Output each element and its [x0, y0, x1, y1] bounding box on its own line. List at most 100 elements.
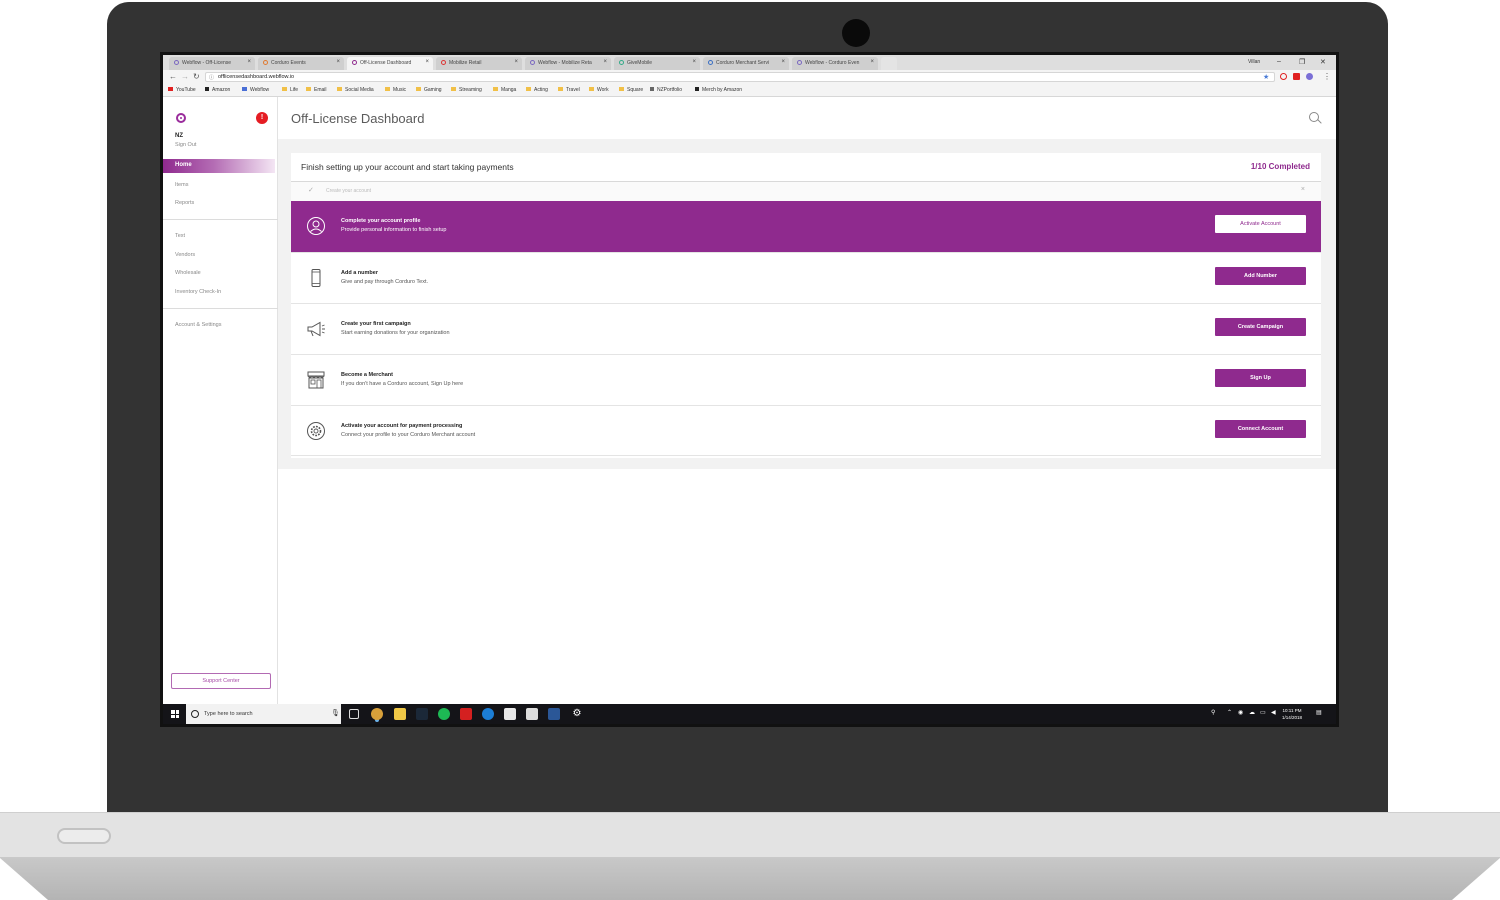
store-icon[interactable] — [504, 708, 516, 720]
notifications-icon[interactable]: ▤ — [1316, 709, 1322, 716]
browser-tab[interactable]: Mobilize Retail × — [436, 57, 522, 70]
file-explorer-icon[interactable] — [394, 708, 406, 720]
sidebar-item-home[interactable]: Home — [163, 159, 275, 173]
url-input[interactable]: ⓘ offlicensedashboard.webflow.io — [205, 72, 1275, 82]
windows-start-icon[interactable] — [171, 710, 179, 718]
task-view-icon[interactable] — [349, 709, 359, 719]
folder-icon — [526, 87, 531, 91]
sidebar-item-vendors[interactable]: Vendors — [175, 252, 195, 258]
sign-up-button[interactable]: Sign Up — [1215, 369, 1306, 387]
browser-tab-active[interactable]: Off-License Dashboard × — [347, 57, 433, 70]
bookmark-folder[interactable]: Travel — [558, 87, 580, 93]
volume-icon[interactable]: ◀ — [1271, 709, 1276, 716]
folder-icon — [451, 87, 456, 91]
corduro-favicon-icon — [263, 60, 268, 65]
sidebar: ! NZ Sign Out Home Items Reports Text Ve… — [163, 97, 278, 704]
network-icon[interactable]: ▭ — [1260, 709, 1266, 716]
task-row-complete-profile: Complete your account profile Provide pe… — [291, 201, 1321, 252]
mail-icon[interactable] — [526, 708, 538, 720]
close-icon[interactable]: × — [870, 59, 874, 65]
bookmark-youtube[interactable]: YouTube — [168, 87, 196, 93]
sidebar-item-items[interactable]: Items — [175, 182, 188, 188]
tray-app-icon[interactable]: ◉ — [1238, 709, 1243, 716]
notification-badge[interactable]: ! — [256, 112, 268, 124]
taskbar-search-input[interactable]: Type here to search 🎙 — [186, 704, 341, 724]
close-icon[interactable]: × — [425, 59, 429, 65]
sidebar-item-reports[interactable]: Reports — [175, 200, 194, 206]
trackpad-slot — [57, 828, 111, 844]
browser-tab[interactable]: Corduro Events × — [258, 57, 344, 70]
close-icon[interactable]: × — [603, 59, 607, 65]
add-number-button[interactable]: Add Number — [1215, 267, 1306, 285]
spotify-icon[interactable] — [438, 708, 450, 720]
brand-logo-icon[interactable] — [176, 113, 186, 123]
page-title: Off-License Dashboard — [291, 111, 425, 126]
purple-extension-icon[interactable] — [1306, 73, 1313, 80]
support-center-button[interactable]: Support Center — [171, 673, 271, 689]
new-tab-button[interactable] — [881, 57, 897, 70]
steam-icon[interactable] — [416, 708, 428, 720]
browser-profile-name[interactable]: Villan — [1248, 59, 1260, 65]
opera-extension-icon[interactable] — [1280, 73, 1287, 80]
gear-icon — [307, 422, 325, 440]
bookmark-folder[interactable]: Streaming — [451, 87, 482, 93]
taskbar-clock[interactable]: 10:11 PM 1/14/2018 — [1282, 707, 1302, 721]
menu-dots-icon[interactable]: ⋮ — [1323, 72, 1331, 81]
chrome-icon[interactable] — [371, 708, 383, 720]
bookmark-folder[interactable]: Square — [619, 87, 643, 93]
close-icon[interactable]: × — [514, 59, 518, 65]
bookmark-folder[interactable]: Acting — [526, 87, 548, 93]
bookmark-folder[interactable]: Manga — [493, 87, 516, 93]
bookmark-amazon[interactable]: Amazon — [205, 87, 230, 93]
bookmark-webflow[interactable]: Webflow — [242, 87, 269, 93]
browser-tab[interactable]: Webflow - Corduro Even × — [792, 57, 878, 70]
sidebar-item-account-settings[interactable]: Account & Settings — [175, 322, 221, 328]
red-extension-icon[interactable] — [1293, 73, 1300, 80]
reload-icon[interactable]: ↻ — [193, 72, 200, 81]
edge-icon[interactable] — [482, 708, 494, 720]
back-icon[interactable]: ← — [169, 72, 177, 81]
search-icon[interactable] — [1309, 112, 1319, 122]
close-icon[interactable]: × — [336, 59, 340, 65]
forward-icon[interactable]: → — [181, 72, 189, 81]
word-icon[interactable] — [548, 708, 560, 720]
user-icon — [307, 217, 325, 235]
bookmark-folder[interactable]: Gaming — [416, 87, 442, 93]
bookmark-nzportfolio[interactable]: NZPortfolio — [650, 87, 682, 93]
browser-tab[interactable]: GiveMobile × — [614, 57, 700, 70]
browser-tab[interactable]: Webflow - Mobilize Reta × — [525, 57, 611, 70]
bookmark-folder[interactable]: Social Media — [337, 87, 374, 93]
browser-tab[interactable]: Corduro Merchant Servi × — [703, 57, 789, 70]
close-icon[interactable]: × — [692, 59, 696, 65]
show-hidden-icons-icon[interactable]: ⌃ — [1227, 709, 1232, 716]
sidebar-item-wholesale[interactable]: Wholesale — [175, 270, 201, 276]
restore-icon[interactable]: ❐ — [1299, 58, 1305, 66]
browser-tab[interactable]: Webflow - Off-License × — [169, 57, 255, 70]
people-icon[interactable]: ⚲ — [1211, 709, 1215, 716]
dismiss-icon[interactable]: × — [1301, 186, 1305, 193]
minimize-icon[interactable]: – — [1277, 58, 1281, 65]
close-icon[interactable]: × — [247, 59, 251, 65]
settings-icon[interactable]: ⚙ — [571, 708, 583, 720]
create-campaign-button[interactable]: Create Campaign — [1215, 318, 1306, 336]
connect-account-button[interactable]: Connect Account — [1215, 420, 1306, 438]
info-icon[interactable]: ⓘ — [209, 74, 214, 81]
sidebar-item-inventory-check-in[interactable]: Inventory Check-In — [175, 289, 221, 295]
close-icon[interactable]: × — [781, 59, 785, 65]
media-app-icon[interactable] — [460, 708, 472, 720]
bookmark-star-icon[interactable]: ★ — [1263, 73, 1269, 81]
activate-account-button[interactable]: Activate Account — [1215, 215, 1306, 233]
bookmark-folder[interactable]: Music — [385, 87, 406, 93]
sign-out-link[interactable]: Sign Out — [175, 142, 196, 148]
sidebar-item-text[interactable]: Text — [175, 233, 185, 239]
folder-icon — [306, 87, 311, 91]
bookmark-folder[interactable]: Work — [589, 87, 609, 93]
completed-step-row: ✓ Create your account × — [291, 181, 1321, 201]
close-window-icon[interactable]: ✕ — [1320, 58, 1326, 66]
taskbar-search-placeholder: Type here to search — [204, 711, 253, 717]
bookmark-folder[interactable]: Email — [306, 87, 327, 93]
bookmark-merch[interactable]: Merch by Amazon — [695, 87, 742, 93]
microphone-icon[interactable]: 🎙 — [331, 709, 340, 717]
bookmark-folder[interactable]: Life — [282, 87, 298, 93]
onedrive-icon[interactable]: ☁ — [1249, 709, 1255, 716]
